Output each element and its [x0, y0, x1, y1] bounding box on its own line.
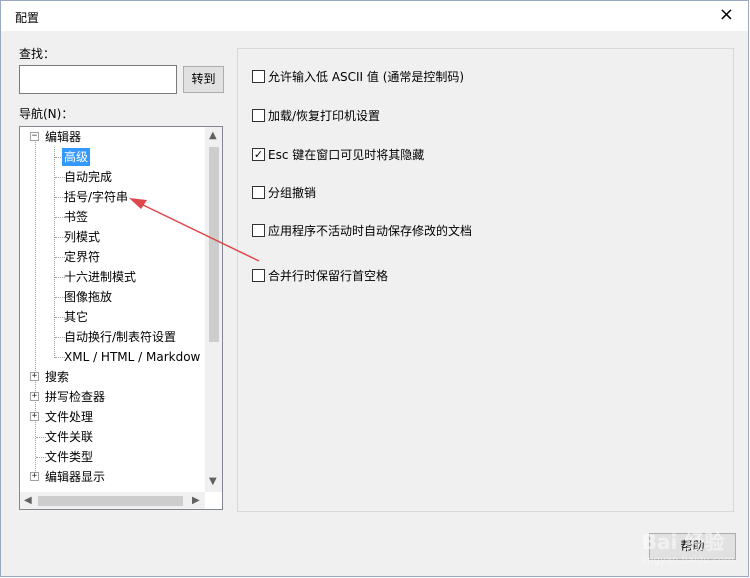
- watermark-logo: Bai 经验 jingyan.baidu.com: [641, 530, 734, 566]
- annotation-arrow: [129, 198, 260, 262]
- config-dialog: 配置 × 查找： 转到 导航(N)： − 编辑器 高级 自动完成 括号/字符串 …: [0, 0, 749, 577]
